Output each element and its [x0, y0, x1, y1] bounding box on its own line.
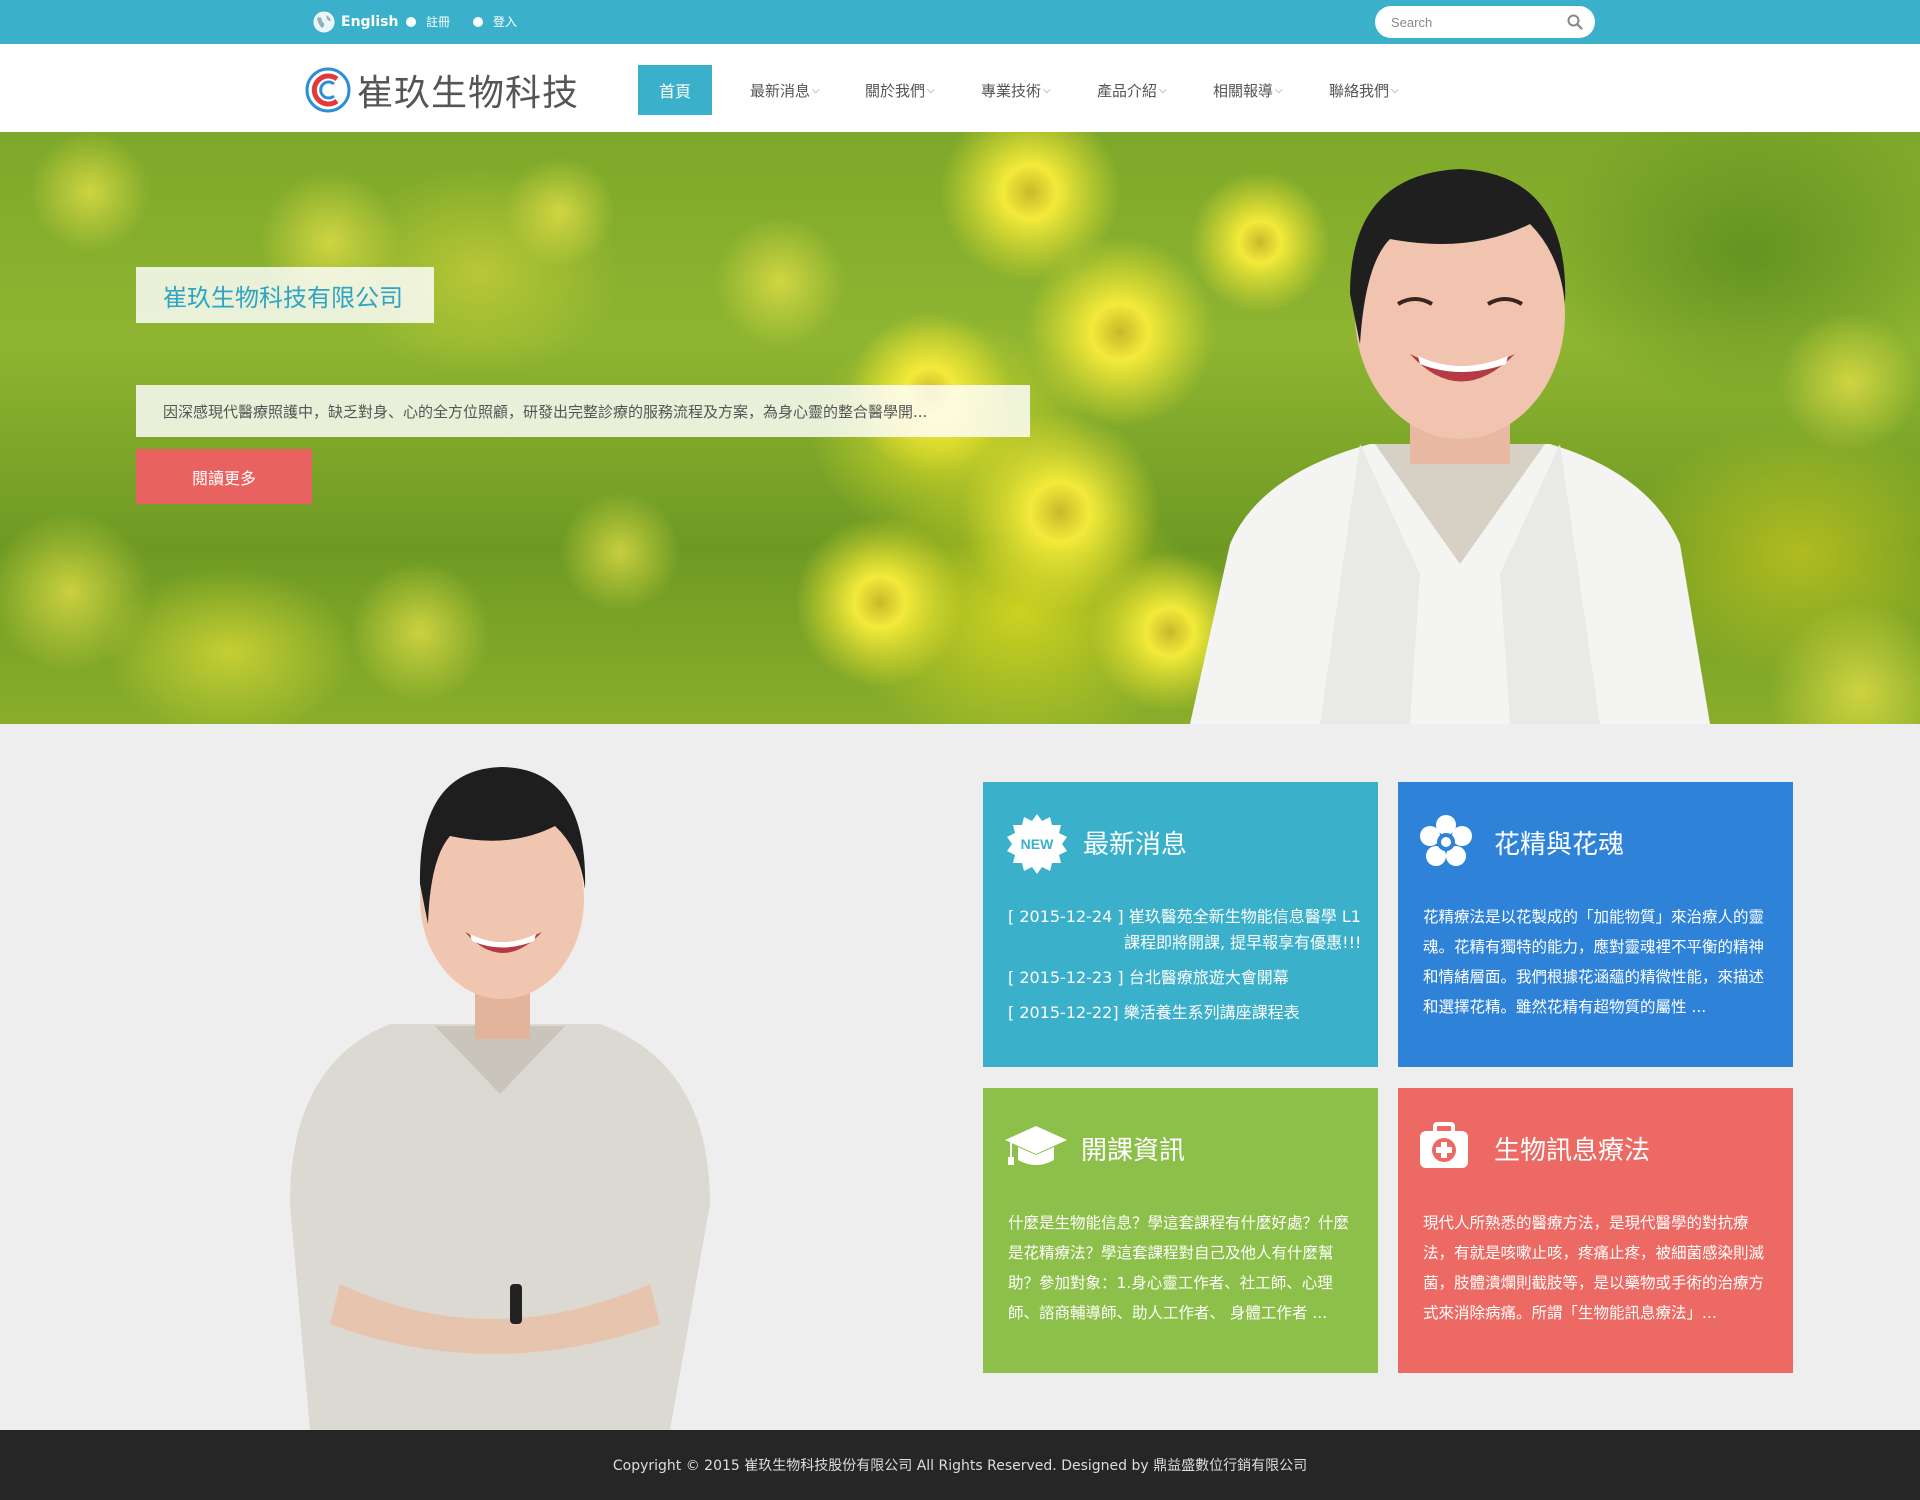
copyright-text: Copyright © 2015 崔玖生物科技股份有限公司 All Rights…: [612, 1458, 1308, 1474]
globe-icon: [313, 11, 335, 33]
bio-card-title: 生物訊息療法: [1494, 1136, 1651, 1166]
site-footer: Copyright © 2015 崔玖生物科技股份有限公司 All Rights…: [0, 1430, 1920, 1500]
nav-item-technology[interactable]: 專業技術 ⌵: [981, 80, 1051, 101]
login-link[interactable]: 登入: [473, 13, 517, 30]
main-content: NEW 最新消息 [ 2015-12-24 ] 崔玖醫苑全新生物能信息醫學 L1…: [0, 724, 1920, 1430]
news-date: [ 2015-12-23 ]: [1008, 968, 1124, 987]
bullet-icon: [473, 16, 483, 27]
chevron-down-icon: ⌵: [812, 85, 820, 96]
nav-label: 聯絡我們: [1329, 82, 1390, 100]
bio-card-body: 現代人所熟悉的醫療方法，是現代醫學的對抗療法，有就是咳嗽止咳，疼痛止疼，被細菌感…: [1423, 1214, 1765, 1322]
news-text: 台北醫療旅遊大會開幕: [1128, 968, 1289, 987]
language-switch[interactable]: English: [313, 11, 398, 33]
news-date: [ 2015-12-24 ]: [1008, 907, 1124, 926]
register-label: 註冊: [426, 15, 451, 29]
news-item[interactable]: [ 2015-12-23 ] 台北醫療旅遊大會開幕: [1008, 965, 1368, 991]
course-card-title: 開課資訊: [1081, 1136, 1186, 1166]
read-more-button[interactable]: 閱讀更多: [136, 449, 312, 504]
chevron-down-icon: ⌵: [1275, 85, 1283, 96]
site-header: 崔玖生物科技 首頁 最新消息 ⌵ 關於我們 ⌵ 專業技術 ⌵ 產品介紹 ⌵ 相關報導 ⌵ …: [0, 44, 1920, 132]
flower-icon: [1420, 815, 1472, 866]
doctor-photo-image: [290, 767, 710, 1430]
hero-title: 崔玖生物科技有限公司: [136, 267, 434, 323]
nav-item-home[interactable]: 首頁: [638, 65, 712, 115]
hero-description: 因深感現代醫療照護中，缺乏對身、心的全方位照顧，研發出完整診療的服務流程及方案，…: [136, 385, 1030, 437]
nav-label: 相關報導: [1213, 82, 1274, 100]
site-logo[interactable]: 崔玖生物科技: [305, 64, 579, 116]
graduation-cap-icon: [1005, 1126, 1067, 1165]
news-text: 樂活養生系列講座課程表: [1123, 1003, 1300, 1022]
nav-item-reports[interactable]: 相關報導 ⌵: [1213, 80, 1283, 101]
news-list: [ 2015-12-24 ] 崔玖醫苑全新生物能信息醫學 L1 課程即將開課, …: [1008, 904, 1368, 1026]
news-item[interactable]: [ 2015-12-24 ] 崔玖醫苑全新生物能信息醫學 L1 課程即將開課, …: [1008, 904, 1368, 956]
logo-text: 崔玖生物科技: [357, 73, 580, 114]
chevron-down-icon: ⌵: [927, 85, 935, 96]
nav-label: 專業技術: [981, 82, 1042, 100]
nav-item-contact[interactable]: 聯絡我們 ⌵: [1329, 80, 1399, 101]
new-badge-icon: NEW: [1007, 814, 1067, 874]
course-info-card[interactable]: 開課資訊 什麼是生物能信息？學這套課程有什麼好處？什麼是花精療法？學這套課程對自…: [983, 1088, 1378, 1373]
search-icon[interactable]: [1567, 14, 1583, 30]
hero-banner: 崔玖生物科技有限公司 因深感現代醫療照護中，缺乏對身、心的全方位照顧，研發出完整…: [0, 132, 1920, 724]
nav-item-news[interactable]: 最新消息 ⌵: [750, 80, 820, 101]
flower-essence-card[interactable]: 花精與花魂 花精療法是以花製成的「加能物質」來治療人的靈魂。花精有獨特的能力，應…: [1398, 782, 1793, 1067]
top-bar: English 註冊 登入: [0, 0, 1920, 44]
news-item[interactable]: [ 2015-12-22] 樂活養生系列講座課程表: [1008, 1000, 1368, 1026]
nav-label: 關於我們: [865, 82, 926, 100]
nav-item-about[interactable]: 關於我們 ⌵: [865, 80, 935, 101]
news-card-title: 最新消息: [1083, 830, 1188, 860]
nav-label: 產品介紹: [1097, 82, 1158, 100]
language-label: English: [341, 14, 399, 30]
news-card: NEW 最新消息 [ 2015-12-24 ] 崔玖醫苑全新生物能信息醫學 L1…: [983, 782, 1378, 1067]
medical-kit-icon: [1420, 1122, 1468, 1168]
course-card-body: 什麼是生物能信息？學這套課程有什麼好處？什麼是花精療法？學這套課程對自己及他人有…: [1008, 1214, 1350, 1322]
flower-card-title: 花精與花魂: [1494, 830, 1625, 860]
search-input[interactable]: [1391, 12, 1561, 32]
svg-text:NEW: NEW: [1021, 836, 1054, 852]
main-nav: 首頁: [638, 65, 712, 115]
chevron-down-icon: ⌵: [1159, 85, 1167, 96]
register-link[interactable]: 註冊: [406, 13, 450, 30]
bio-information-therapy-card[interactable]: 生物訊息療法 現代人所熟悉的醫療方法，是現代醫學的對抗療法，有就是咳嗽止咳，疼痛…: [1398, 1088, 1793, 1373]
search-box: [1375, 6, 1595, 38]
nav-label: 最新消息: [750, 82, 811, 100]
news-text: 崔玖醫苑全新生物能信息醫學 L1 課程即將開課, 提早報享有優惠!!!: [1124, 907, 1362, 952]
bullet-icon: [406, 16, 416, 27]
news-date: [ 2015-12-22]: [1008, 1003, 1119, 1022]
chevron-down-icon: ⌵: [1391, 85, 1399, 96]
logo-mark-icon: [305, 67, 351, 113]
nav-item-products[interactable]: 產品介紹 ⌵: [1097, 80, 1167, 101]
doctor-portrait-image: [1190, 169, 1710, 724]
chevron-down-icon: ⌵: [1043, 85, 1051, 96]
login-label: 登入: [493, 15, 518, 29]
flower-card-body: 花精療法是以花製成的「加能物質」來治療人的靈魂。花精有獨特的能力，應對靈魂裡不平…: [1423, 908, 1765, 1016]
